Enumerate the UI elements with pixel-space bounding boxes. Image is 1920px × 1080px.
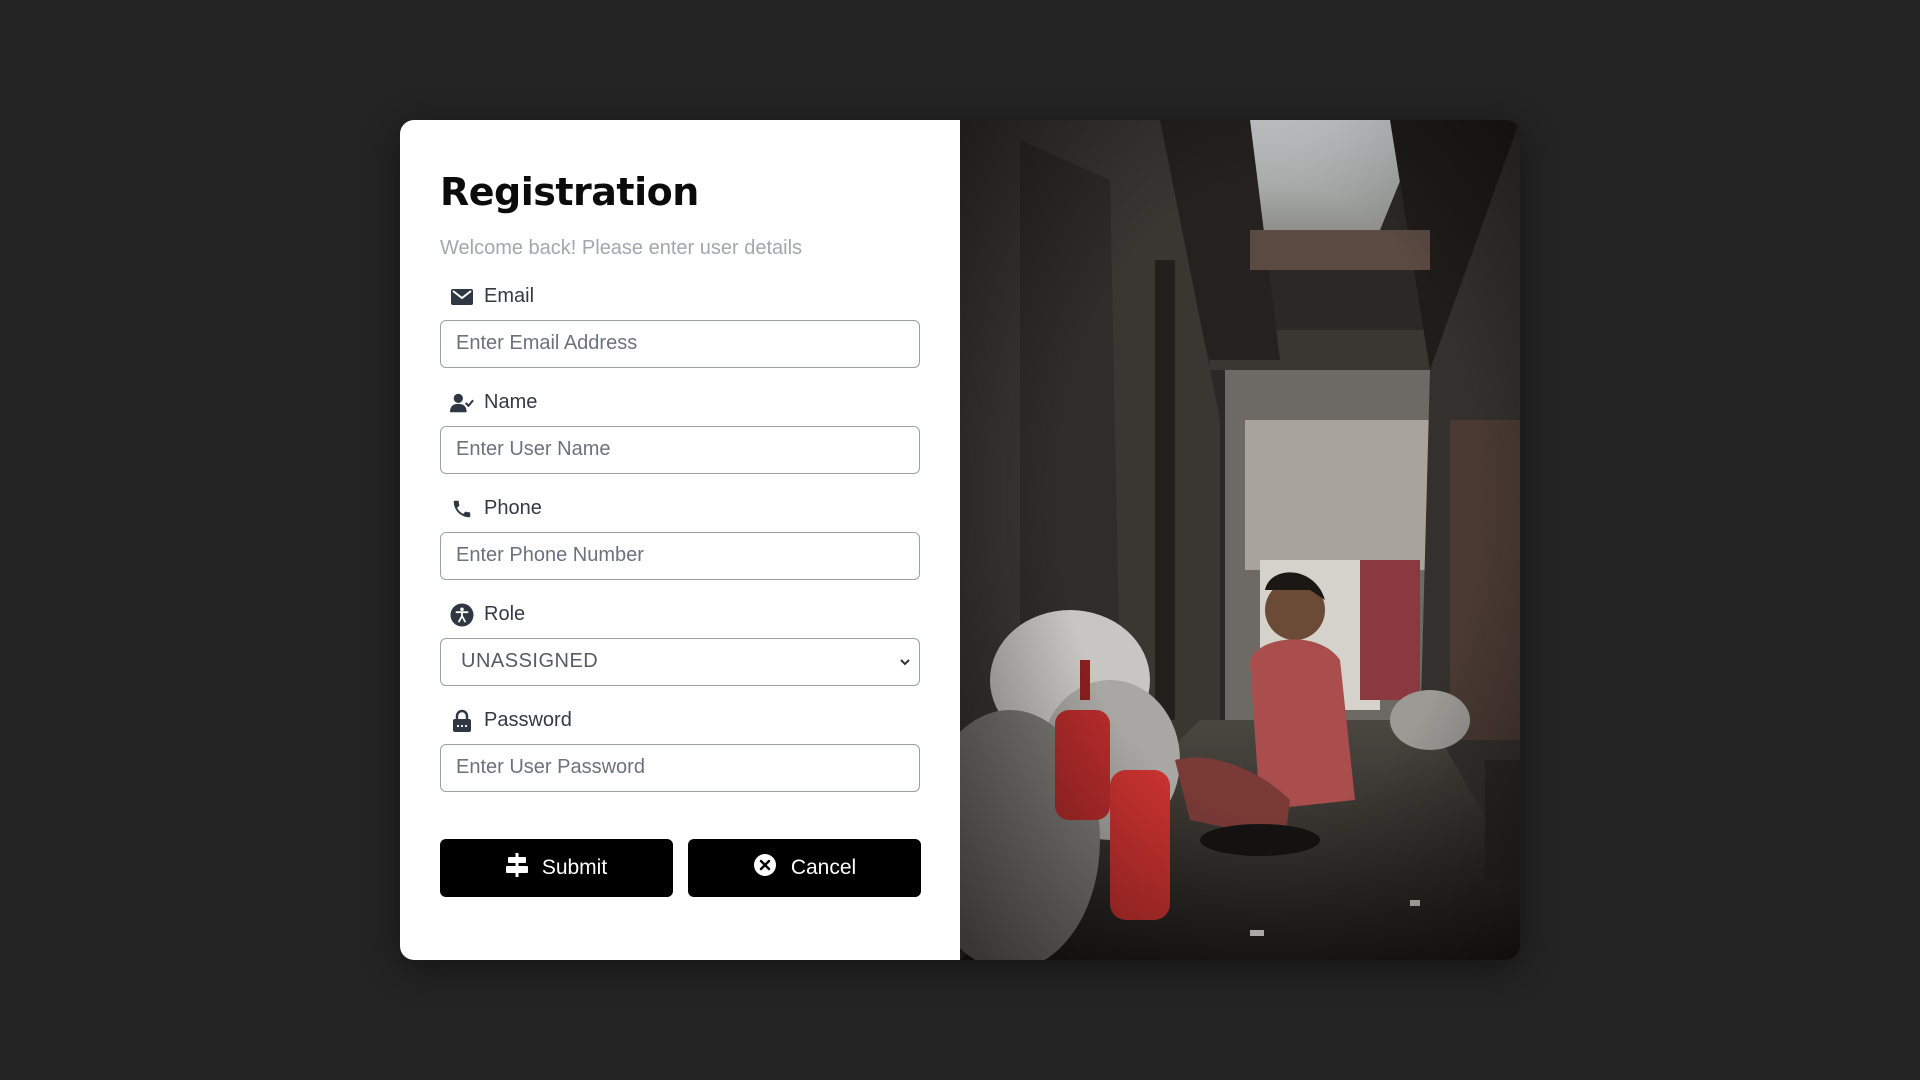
phone-field-group: Phone	[440, 494, 920, 580]
email-label: Email	[440, 282, 920, 312]
chevron-down-icon	[896, 653, 914, 671]
phone-label: Phone	[440, 494, 920, 524]
password-input[interactable]	[440, 743, 920, 792]
accessibility-icon	[450, 603, 474, 627]
cancel-label: Cancel	[790, 856, 857, 879]
role-label-text: Role	[484, 603, 526, 626]
role-select-value: UNASSIGNED	[440, 637, 920, 686]
registration-form: Registration Welcome back! Please enter …	[400, 120, 960, 960]
name-label-text: Name	[484, 391, 538, 414]
role-select[interactable]: UNASSIGNED	[440, 637, 920, 686]
registration-modal: Registration Welcome back! Please enter …	[400, 120, 1520, 960]
close-circle-icon	[753, 853, 777, 883]
submit-icon	[505, 853, 528, 883]
envelope-icon	[450, 285, 474, 309]
name-field-group: Name	[440, 388, 920, 474]
email-input[interactable]	[440, 319, 920, 368]
user-check-icon	[450, 391, 474, 415]
alley-photo	[960, 120, 1520, 960]
email-field-group: Email	[440, 282, 920, 368]
name-input[interactable]	[440, 425, 920, 474]
submit-label: Submit	[541, 856, 608, 879]
role-label: Role	[440, 600, 920, 630]
phone-icon	[450, 497, 474, 521]
form-actions: Submit Cancel	[440, 839, 921, 897]
password-field-group: Password	[440, 706, 920, 792]
role-field-group: Role UNASSIGNED	[440, 600, 920, 686]
submit-button[interactable]: Submit	[440, 839, 673, 897]
cancel-button[interactable]: Cancel	[688, 839, 921, 897]
name-label: Name	[440, 388, 920, 418]
form-subtitle: Welcome back! Please enter user details	[440, 236, 803, 259]
form-title: Registration	[440, 170, 699, 214]
phone-label-text: Phone	[484, 497, 542, 520]
phone-input[interactable]	[440, 531, 920, 580]
password-label-text: Password	[484, 709, 572, 732]
password-label: Password	[440, 706, 920, 736]
lock-icon	[450, 709, 474, 733]
email-label-text: Email	[484, 285, 535, 308]
